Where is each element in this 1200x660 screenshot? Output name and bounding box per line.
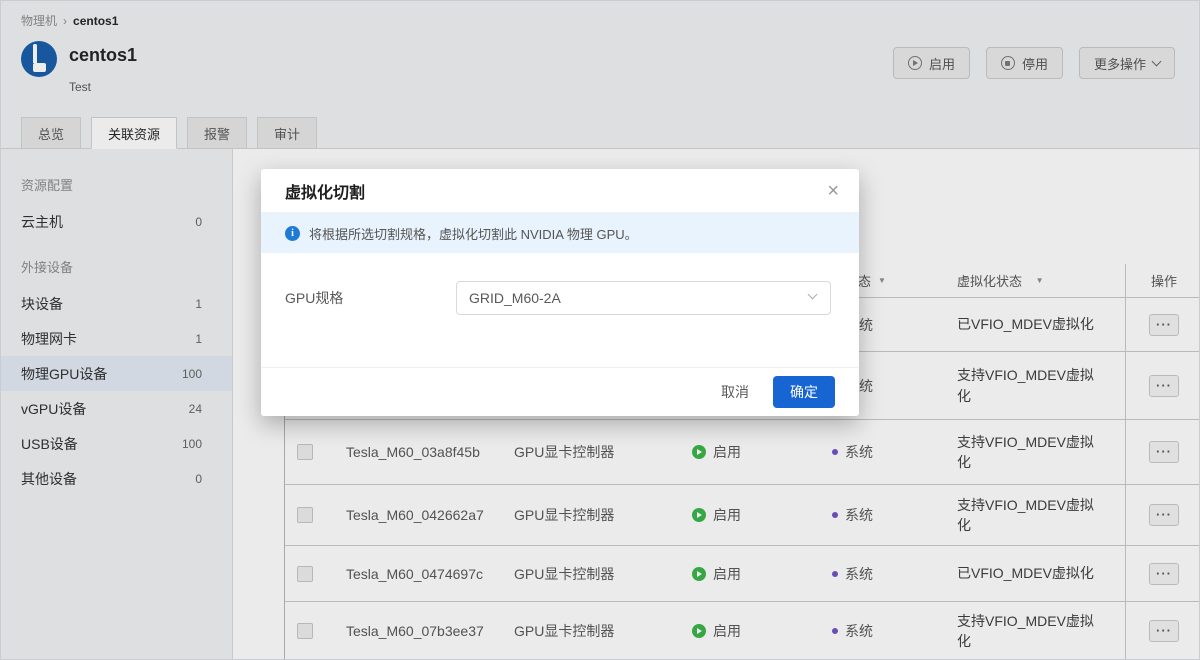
modal-title: 虚拟化切割 (285, 179, 365, 203)
chevron-down-icon (808, 290, 818, 300)
gpu-spec-select[interactable]: GRID_M60-2A (456, 281, 831, 315)
virtualization-slice-modal: 虚拟化切割 × i 将根据所选切割规格，虚拟化切割此 NVIDIA 物理 GPU… (261, 169, 859, 416)
modal-body: GPU规格 GRID_M60-2A (261, 253, 859, 367)
gpu-spec-label: GPU规格 (285, 281, 456, 315)
close-icon[interactable]: × (827, 181, 839, 201)
gpu-spec-selected-value: GRID_M60-2A (469, 290, 561, 306)
modal-header: 虚拟化切割 × (261, 169, 859, 213)
app-window: 物理机 › centos1 centos1 Test 启用 停用 更多操作 总览… (0, 0, 1200, 660)
cancel-button[interactable]: 取消 (711, 376, 759, 408)
info-icon: i (285, 226, 300, 241)
confirm-button[interactable]: 确定 (773, 376, 835, 408)
info-banner: i 将根据所选切割规格，虚拟化切割此 NVIDIA 物理 GPU。 (261, 213, 859, 253)
info-banner-text: 将根据所选切割规格，虚拟化切割此 NVIDIA 物理 GPU。 (309, 224, 638, 243)
modal-footer: 取消 确定 (261, 367, 859, 416)
